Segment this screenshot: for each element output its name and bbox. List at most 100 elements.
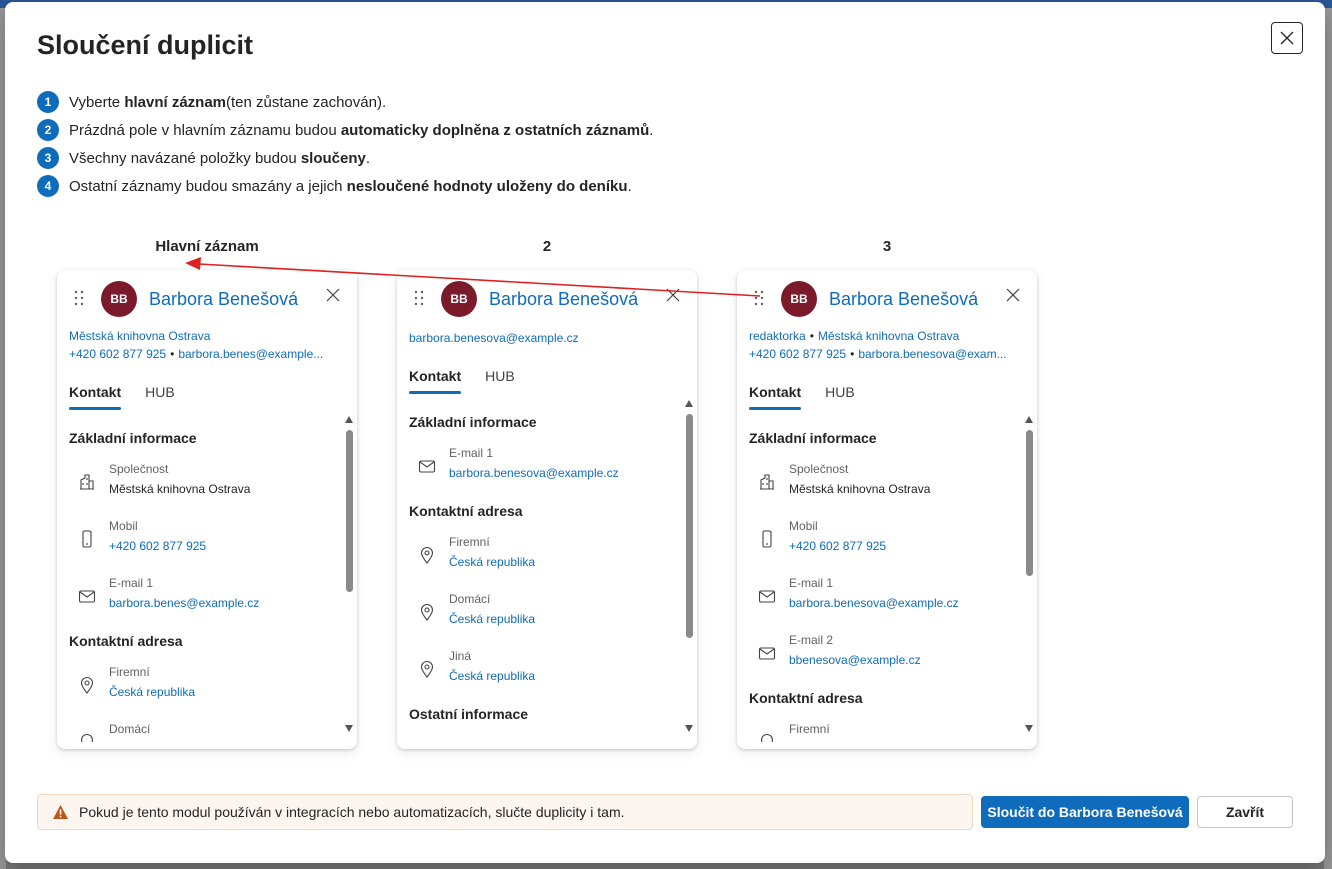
tab-hub[interactable]: HUB xyxy=(145,384,175,410)
field-address-other: Jiná Česká republika xyxy=(397,641,683,698)
step-text-bold: nesloučené hodnoty uloženy do deníku xyxy=(346,177,628,195)
field-address-home: Domácí Česká republika xyxy=(397,584,683,641)
location-icon xyxy=(760,734,774,742)
field-company: Společnost Městská knihovna Ostrava xyxy=(57,454,343,511)
email-meta[interactable]: barbora.benes@example... xyxy=(178,347,323,361)
address-link[interactable]: Česká republika xyxy=(449,612,535,626)
field-label: Firemní xyxy=(449,535,490,549)
meta-separator: • xyxy=(170,347,175,361)
scrollbar-thumb[interactable] xyxy=(1026,430,1033,576)
remove-record-button[interactable] xyxy=(1003,285,1023,305)
phone-meta[interactable]: +420 602 877 925 xyxy=(69,347,166,361)
email-meta[interactable]: barbora.benesova@exam... xyxy=(858,347,1006,361)
scrollbar-thumb[interactable] xyxy=(686,414,693,638)
warning-message: Pokud je tento modul používán v integrac… xyxy=(37,794,973,830)
step-text-bold: automaticky doplněna z ostatních záznamů xyxy=(340,121,650,139)
field-label: Domácí xyxy=(449,592,491,606)
field-label: Společnost xyxy=(789,462,849,476)
tab-hub[interactable]: HUB xyxy=(485,368,515,394)
phone-meta[interactable]: +420 602 877 925 xyxy=(749,347,846,361)
location-icon xyxy=(80,677,94,694)
scroll-down-arrow-icon[interactable] xyxy=(1025,725,1033,732)
close-dialog-button[interactable] xyxy=(1271,22,1303,54)
card-scrollbar[interactable] xyxy=(685,400,695,732)
remove-record-button[interactable] xyxy=(663,285,683,305)
phone-icon xyxy=(762,530,772,548)
close-icon xyxy=(1006,288,1020,302)
company-meta[interactable]: Městská knihovna Ostrava xyxy=(69,329,329,343)
remove-record-button[interactable] xyxy=(323,285,343,305)
email-link[interactable]: barbora.benesova@example.cz xyxy=(449,466,619,480)
dialog-title: Sloučení duplicit xyxy=(37,30,254,60)
tab-hub[interactable]: HUB xyxy=(825,384,855,410)
contact-name-link[interactable]: Barbora Benešová xyxy=(829,289,978,310)
email-link[interactable]: barbora.benes@example.cz xyxy=(109,596,259,610)
close-button[interactable]: Zavřít xyxy=(1197,796,1293,828)
step-text: Ostatní záznamy budou smazány a jejich xyxy=(69,177,343,195)
address-link[interactable]: Česká republika xyxy=(449,669,535,683)
address-link[interactable]: Česká republika xyxy=(449,555,535,569)
field-label: Domácí xyxy=(109,722,151,736)
tab-kontakt[interactable]: Kontakt xyxy=(409,368,462,394)
field-email-1: E-mail 1 barbora.benesova@example.cz xyxy=(737,568,1023,625)
location-icon xyxy=(420,604,434,621)
field-email-2: E-mail 2 bbenesova@example.cz xyxy=(737,625,1023,682)
scroll-up-arrow-icon[interactable] xyxy=(1025,416,1033,423)
step-number-badge: 4 xyxy=(37,175,59,197)
field-address-business: Firemní Česká republika xyxy=(397,527,683,584)
field-label: Mobil xyxy=(109,519,138,533)
building-icon xyxy=(80,474,94,490)
address-link[interactable]: Česká republika xyxy=(109,685,195,699)
drag-handle-icon[interactable] xyxy=(414,290,424,306)
tab-kontakt[interactable]: Kontakt xyxy=(749,384,802,410)
section-title: Kontaktní adresa xyxy=(749,690,863,706)
mail-icon xyxy=(418,460,436,473)
contact-name-link[interactable]: Barbora Benešová xyxy=(149,289,298,310)
drag-handle-icon[interactable] xyxy=(74,290,84,306)
drag-handle-icon[interactable] xyxy=(754,290,764,306)
scroll-down-arrow-icon[interactable] xyxy=(685,725,693,732)
card-scroll-area[interactable]: Základní informace Společnost Městská kni… xyxy=(737,422,1023,742)
phone-icon xyxy=(82,530,92,548)
card-scroll-area[interactable]: Základní informace E-mail 1 barbora.benes… xyxy=(397,406,683,742)
field-company: Společnost Městská knihovna Ostrava xyxy=(737,454,1023,511)
column-label-main: Hlavní záznam xyxy=(155,238,259,255)
scroll-up-arrow-icon[interactable] xyxy=(345,416,353,423)
instruction-step: 1 Vyberte hlavní záznam (ten zůstane zac… xyxy=(37,88,653,116)
warning-icon xyxy=(53,805,68,819)
email-meta[interactable]: barbora.benesova@example.cz xyxy=(409,331,669,345)
location-icon xyxy=(420,547,434,564)
record-card-3[interactable]: BB Barbora Benešová redaktorka • Městská k… xyxy=(737,270,1037,749)
field-label: E-mail 1 xyxy=(449,446,494,460)
step-text-bold: sloučeny xyxy=(300,149,366,167)
card-tabs: Kontakt HUB xyxy=(749,384,879,410)
card-scrollbar[interactable] xyxy=(1025,416,1035,732)
step-number-badge: 3 xyxy=(37,147,59,169)
card-scrollbar[interactable] xyxy=(345,416,355,732)
step-text-bold: hlavní záznam xyxy=(124,93,227,111)
contact-name-link[interactable]: Barbora Benešová xyxy=(489,289,638,310)
record-card-main[interactable]: BB Barbora Benešová Městská knihovna Ost… xyxy=(57,270,357,749)
company-meta[interactable]: Městská knihovna Ostrava xyxy=(818,329,959,343)
step-text: . xyxy=(365,149,371,167)
field-address-business: Firemní xyxy=(737,714,1023,742)
field-label: Mobil xyxy=(789,519,818,533)
email-link[interactable]: barbora.benesova@example.cz xyxy=(789,596,959,610)
warning-text: Pokud je tento modul používán v integrac… xyxy=(79,804,625,820)
job-title-meta[interactable]: redaktorka xyxy=(749,329,806,343)
close-icon xyxy=(1280,31,1294,45)
email-link[interactable]: bbenesova@example.cz xyxy=(789,653,921,667)
scroll-down-arrow-icon[interactable] xyxy=(345,725,353,732)
scrollbar-thumb[interactable] xyxy=(346,430,353,592)
phone-link[interactable]: +420 602 877 925 xyxy=(789,539,886,553)
instruction-step: 3 Všechny navázané položky budou sloučen… xyxy=(37,144,653,172)
scroll-up-arrow-icon[interactable] xyxy=(685,400,693,407)
merge-button[interactable]: Sloučit do Barbora Benešová xyxy=(981,796,1189,828)
card-header: BB Barbora Benešová xyxy=(57,270,357,326)
tab-kontakt[interactable]: Kontakt xyxy=(69,384,122,410)
phone-link[interactable]: +420 602 877 925 xyxy=(109,539,206,553)
building-icon xyxy=(760,474,774,490)
card-scroll-area[interactable]: Základní informace Společnost Městská kni… xyxy=(57,422,343,742)
section-title: Základní informace xyxy=(69,430,197,446)
record-card-2[interactable]: BB Barbora Benešová barbora.benesova@exa… xyxy=(397,270,697,749)
